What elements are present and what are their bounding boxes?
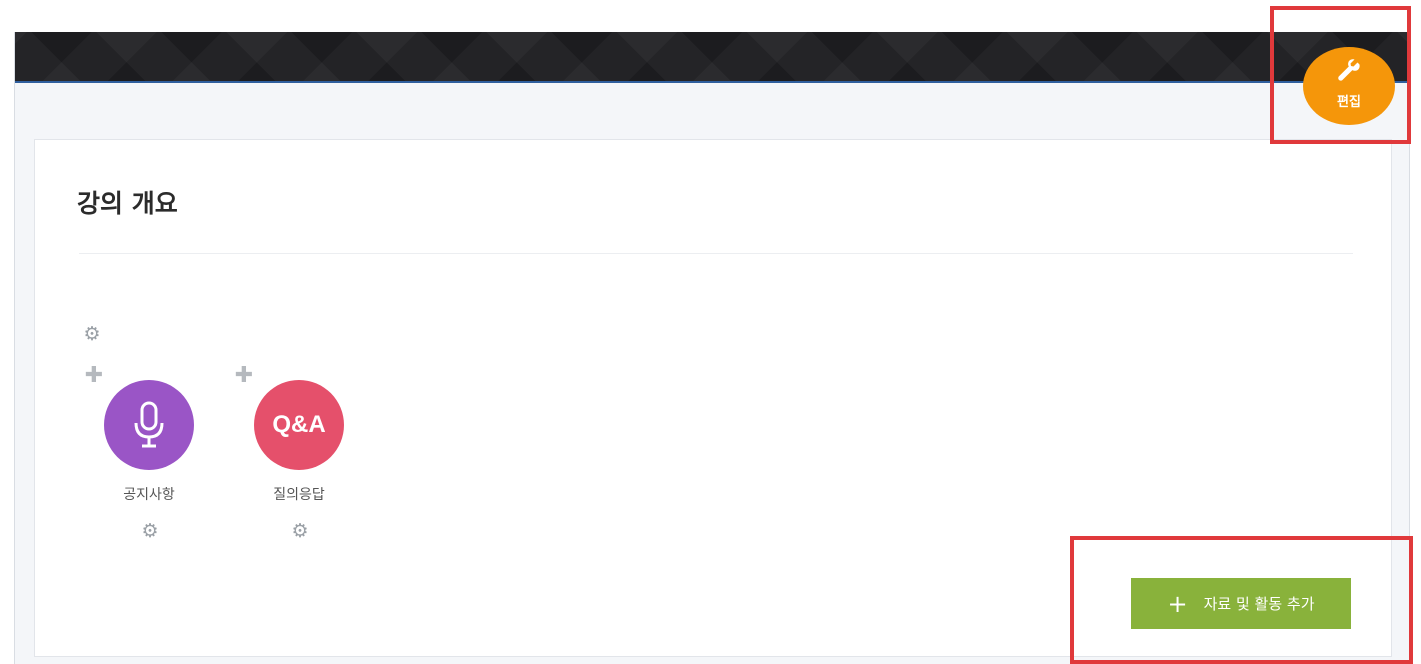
section-title: 강의 개요: [77, 189, 178, 218]
course-frame: 강의 개요 ⚙ ✚ 공지사항 ⚙ ✚ Q&A 질의응답 ⚙: [14, 32, 1410, 664]
section-settings-gear-icon[interactable]: ⚙: [82, 324, 102, 344]
qa-icon: Q&A: [272, 411, 326, 438]
notice-activity-button[interactable]: [104, 380, 194, 470]
add-activity-label: 자료 및 활동 추가: [1203, 595, 1315, 613]
plus-icon: +: [1167, 589, 1188, 618]
microphone-icon: [134, 401, 164, 448]
course-banner: [15, 32, 1409, 83]
move-handle-icon[interactable]: ✚: [84, 365, 104, 387]
wrench-icon: [1338, 59, 1360, 81]
activity-label[interactable]: 질의응답: [234, 484, 364, 504]
add-activity-button[interactable]: + 자료 및 활동 추가: [1131, 578, 1351, 629]
qa-activity-button[interactable]: Q&A: [254, 380, 344, 470]
activity-settings-gear-icon[interactable]: ⚙: [290, 521, 310, 541]
edit-mode-button[interactable]: 편집: [1303, 47, 1395, 125]
activity-notice: ✚ 공지사항 ⚙: [84, 365, 194, 546]
activity-label[interactable]: 공지사항: [84, 484, 214, 504]
divider: [79, 253, 1353, 254]
edit-label: 편집: [1337, 95, 1361, 110]
activity-qa: ✚ Q&A 질의응답 ⚙: [234, 365, 344, 546]
move-handle-icon[interactable]: ✚: [234, 365, 254, 387]
activity-settings-gear-icon[interactable]: ⚙: [140, 521, 160, 541]
